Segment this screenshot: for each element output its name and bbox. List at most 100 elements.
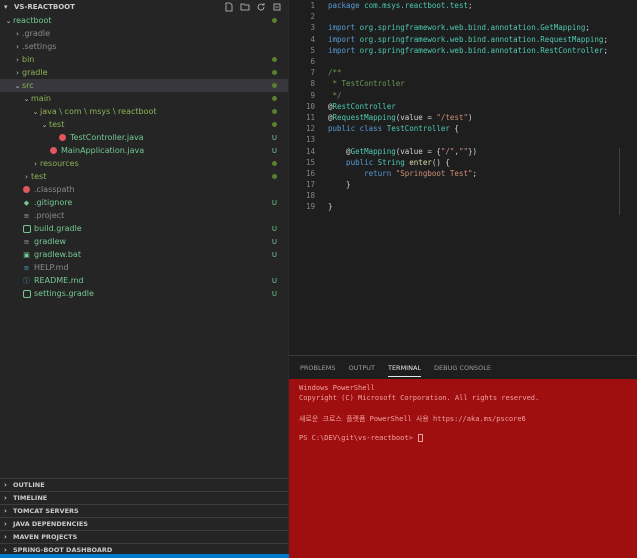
modified-dot-icon xyxy=(272,95,277,103)
tree-item-gradlew-bat[interactable]: ▣ gradlew.bat U xyxy=(0,248,288,261)
tree-item-test[interactable]: ⌄ test xyxy=(0,118,288,131)
code-token: ) xyxy=(467,112,473,122)
terminal-text: 새로운 크로스 플랫폼 PowerShell 사용 https://aka.ms… xyxy=(299,415,526,423)
tree-item-resources[interactable]: › resources xyxy=(0,157,288,170)
new-folder-icon[interactable] xyxy=(240,2,250,12)
code-token: com.msys.reactboot.test xyxy=(364,1,468,11)
explorer-header[interactable]: ▾ VS-REACTBOOT xyxy=(0,0,288,14)
text-file-icon: ≡ xyxy=(23,237,30,246)
tree-item-reactboot[interactable]: ⌄ reactboot xyxy=(0,14,288,27)
tree-item-src[interactable]: ⌄ src xyxy=(0,79,288,92)
git-status-badge: U xyxy=(271,224,277,233)
section-outline[interactable]: › OUTLINE xyxy=(0,478,288,491)
tree-item-testcontroller-java[interactable]: TestController.java U xyxy=(0,131,288,144)
code-line: 8 * TestController xyxy=(289,78,637,89)
code-line: 17 } xyxy=(289,179,637,190)
code-line: 2 xyxy=(289,11,637,22)
chevron-down-icon[interactable]: ▾ xyxy=(4,3,14,11)
terminal[interactable]: Windows PowerShell Copyright (C) Microsof… xyxy=(289,379,637,558)
new-file-icon[interactable] xyxy=(224,2,234,12)
line-number: 12 xyxy=(305,124,315,134)
panel-tabs: PROBLEMS OUTPUT TERMINAL DEBUG CONSOLE xyxy=(289,356,637,380)
tree-item-label: src xyxy=(22,81,34,90)
code-text: } xyxy=(328,202,333,211)
terminal-line: Copyright (C) Microsoft Corporation. All… xyxy=(299,394,627,404)
tree-item-gradle[interactable]: › .gradle xyxy=(0,27,288,40)
section-label: OUTLINE xyxy=(13,481,45,489)
chevron-right-icon: › xyxy=(34,159,37,168)
tree-item-project[interactable]: ≡ .project xyxy=(0,209,288,222)
tree-item-build-gradle[interactable]: build.gradle U xyxy=(0,222,288,235)
code-token: ; xyxy=(603,45,608,55)
git-status-badge: U xyxy=(271,198,277,207)
tree-item-gitignore[interactable]: ◆ .gitignore U xyxy=(0,196,288,209)
line-number: 8 xyxy=(310,79,315,89)
chevron-right-icon: › xyxy=(4,520,7,528)
code-token: "" xyxy=(458,146,468,156)
tab-terminal[interactable]: TERMINAL xyxy=(387,360,422,377)
line-number: 3 xyxy=(310,23,315,33)
tab-debug-console[interactable]: DEBUG CONSOLE xyxy=(434,360,491,376)
indent-guide xyxy=(619,148,620,215)
tree-item-main[interactable]: ⌄ main xyxy=(0,92,288,105)
line-number: 5 xyxy=(310,45,315,55)
tree-item-label: gradlew xyxy=(34,237,67,246)
tree-item-java-com-msys-reactboot[interactable]: ⌄ java \ com \ msys \ reactboot xyxy=(0,105,288,118)
file-tree: ⌄ reactboot › .gradle › .settings › bin › gradle ⌄… xyxy=(0,14,288,300)
chevron-down-icon: ⌄ xyxy=(23,94,30,103)
modified-dot-icon xyxy=(272,56,277,64)
tree-item-gradlew[interactable]: ≡ gradlew U xyxy=(0,235,288,248)
tree-item-settings-gradle[interactable]: settings.gradle U xyxy=(0,287,288,300)
section-label: TIMELINE xyxy=(13,494,48,502)
section-tomcat-servers[interactable]: › TOMCAT SERVERS xyxy=(0,504,288,517)
tree-item-label: .gitignore xyxy=(34,198,73,207)
chevron-down-icon: ⌄ xyxy=(32,107,39,116)
tab-problems[interactable]: PROBLEMS xyxy=(300,360,335,376)
tree-item-mainapplication-java[interactable]: MainApplication.java U xyxy=(0,144,288,157)
chevron-right-icon: › xyxy=(4,494,7,502)
tree-item-label: HELP.md xyxy=(34,263,69,272)
tree-item-readme-md[interactable]: ⓘ README.md U xyxy=(0,274,288,287)
modified-dot-icon xyxy=(272,108,277,116)
chevron-down-icon: ⌄ xyxy=(41,120,48,129)
code-token: org.springframework.web.bind.annotation.… xyxy=(359,23,586,33)
error-file-icon xyxy=(58,134,67,142)
workspace-title: VS-REACTBOOT xyxy=(14,3,75,11)
code-token: { xyxy=(449,124,459,134)
error-file-icon xyxy=(49,147,58,155)
code-line: 18 xyxy=(289,190,637,201)
line-number: 16 xyxy=(305,168,315,178)
refresh-icon[interactable] xyxy=(256,2,266,12)
tree-item-help-md[interactable]: ≡ HELP.md xyxy=(0,261,288,274)
sidebar-sections: › OUTLINE › TIMELINE › TOMCAT SERVERS › JAVA DE… xyxy=(0,478,288,556)
modified-dot-icon xyxy=(272,82,277,90)
code-token: "/" xyxy=(440,146,455,156)
code-token: GetMapping xyxy=(350,146,396,156)
line-number: 14 xyxy=(305,146,315,156)
collapse-all-icon[interactable] xyxy=(272,2,282,12)
tab-output[interactable]: OUTPUT xyxy=(348,360,375,376)
tree-item-label: build.gradle xyxy=(34,224,82,233)
code-token: "Springboot Test" xyxy=(395,168,473,178)
tree-item-settings[interactable]: › .settings xyxy=(0,40,288,53)
section-timeline[interactable]: › TIMELINE xyxy=(0,491,288,504)
code-token: () { xyxy=(431,157,450,167)
code-line: 9 */ xyxy=(289,90,637,101)
section-maven-projects[interactable]: › MAVEN PROJECTS xyxy=(0,530,288,543)
code-text: } xyxy=(328,180,351,189)
tree-item-classpath[interactable]: .classpath xyxy=(0,183,288,196)
section-java-dependencies[interactable]: › JAVA DEPENDENCIES xyxy=(0,517,288,530)
line-number: 11 xyxy=(305,112,315,122)
tree-item-gradle[interactable]: › gradle xyxy=(0,66,288,79)
tree-item-test[interactable]: › test xyxy=(0,170,288,183)
code-token: public xyxy=(328,124,360,134)
terminal-text: Windows PowerShell xyxy=(299,384,375,392)
code-text: import org.springframework.web.bind.anno… xyxy=(328,46,608,55)
chevron-right-icon: › xyxy=(4,533,7,541)
code-text: @RestController xyxy=(328,102,396,111)
tree-item-bin[interactable]: › bin xyxy=(0,53,288,66)
code-editor[interactable]: 1 package com.msys.reactboot.test; 2 3 impor… xyxy=(289,0,637,355)
terminal-cursor xyxy=(418,434,424,442)
code-text: package com.msys.reactboot.test; xyxy=(328,1,473,10)
code-text: import org.springframework.web.bind.anno… xyxy=(328,35,608,44)
